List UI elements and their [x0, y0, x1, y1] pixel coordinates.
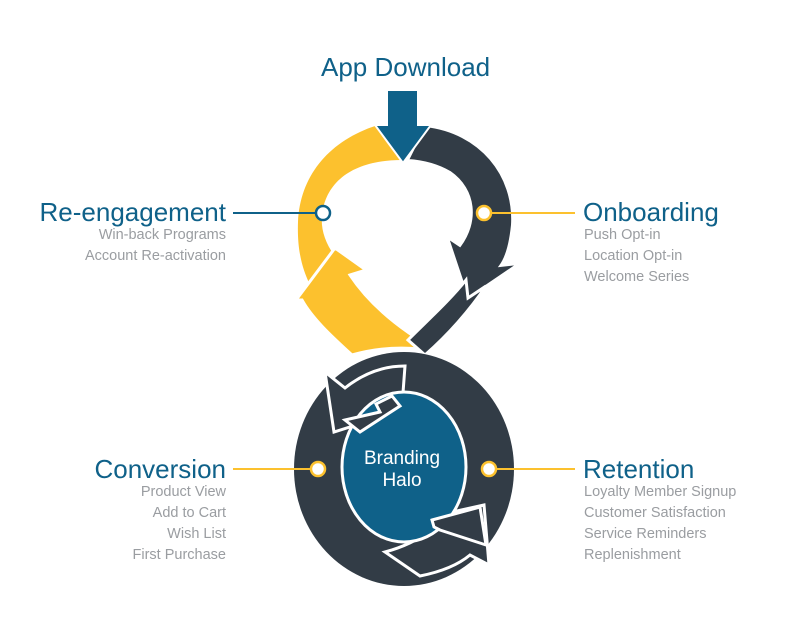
reengagement-items: Win-back Programs Account Re-activation — [85, 225, 226, 267]
retention-item: Replenishment — [584, 547, 681, 563]
reengagement-node — [314, 204, 332, 222]
app-download-title: App Download — [321, 52, 491, 82]
retention-item: Customer Satisfaction — [584, 505, 726, 521]
conversion-item: Wish List — [167, 526, 226, 542]
retention-title: Retention — [583, 454, 695, 484]
retention-items: Loyalty Member Signup Customer Satisfact… — [584, 482, 736, 566]
onboarding-item: Welcome Series — [584, 269, 690, 285]
reengagement-item: Win-back Programs — [98, 227, 226, 243]
retention-node — [480, 460, 498, 478]
conversion-items: Product View Add to Cart Wish List First… — [133, 482, 226, 566]
conversion-title: Conversion — [94, 454, 226, 484]
conversion-node — [309, 460, 327, 478]
conversion-item: Add to Cart — [152, 505, 226, 521]
onboarding-item: Push Opt-in — [584, 227, 661, 243]
branding-halo-line1: Branding — [363, 448, 441, 469]
onboarding-title: Onboarding — [583, 197, 719, 227]
conversion-item: First Purchase — [132, 547, 226, 563]
onboarding-item: Location Opt-in — [584, 248, 683, 264]
onboarding-node — [475, 204, 493, 222]
conversion-item: Product View — [140, 484, 226, 500]
branding-halo-line2: Halo — [382, 470, 422, 491]
reengagement-title: Re-engagement — [39, 197, 226, 227]
branding-halo-label: Branding Halo — [342, 448, 462, 492]
onboarding-items: Push Opt-in Location Opt-in Welcome Seri… — [584, 225, 689, 288]
retention-item: Loyalty Member Signup — [584, 484, 737, 500]
reengagement-item: Account Re-activation — [84, 248, 226, 264]
retention-item: Service Reminders — [584, 526, 707, 542]
